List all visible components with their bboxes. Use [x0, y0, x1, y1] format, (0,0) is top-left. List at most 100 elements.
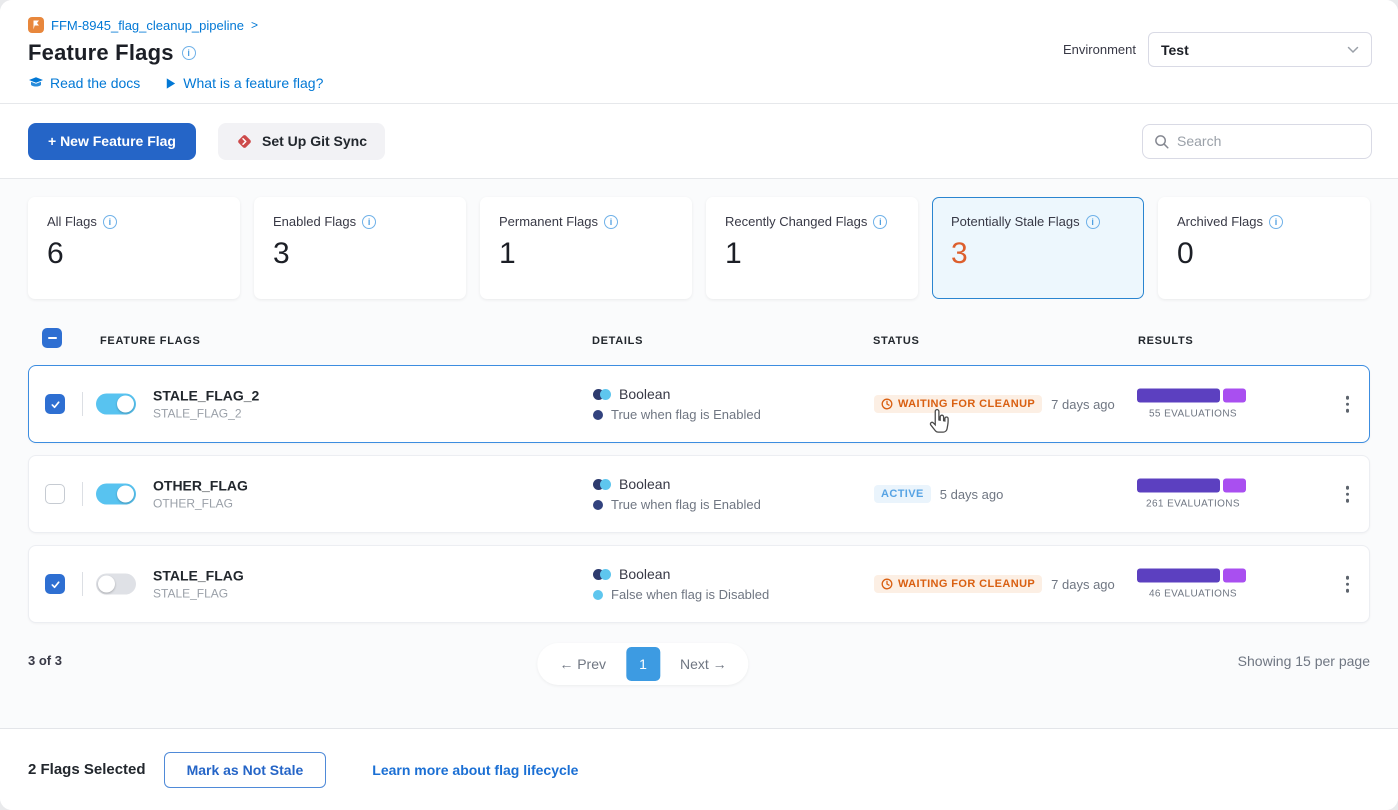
mark-not-stale-button[interactable]: Mark as Not Stale: [164, 752, 327, 788]
next-page-button[interactable]: Next →: [666, 656, 741, 672]
status-badge[interactable]: ACTIVE: [874, 485, 931, 503]
stat-card-all-flags[interactable]: All Flags 6: [28, 197, 240, 299]
pagination: 3 of 3 ← Prev 1 Next → Showing 15 per pa…: [28, 635, 1370, 699]
flag-id: STALE_FLAG: [153, 587, 244, 601]
stat-value: 6: [47, 237, 221, 271]
flag-type: Boolean: [619, 476, 670, 492]
selection-footer: 2 Flags Selected Mark as Not Stale Learn…: [0, 728, 1398, 810]
stat-label: All Flags: [47, 214, 97, 229]
title-info-icon[interactable]: [182, 46, 196, 60]
environment-select[interactable]: Test: [1148, 32, 1372, 67]
info-icon[interactable]: [103, 215, 117, 229]
clock-icon: [881, 398, 893, 410]
kebab-menu-icon[interactable]: [1340, 390, 1356, 419]
flag-toggle[interactable]: [96, 484, 136, 505]
last-updated: 7 days ago: [1051, 397, 1115, 412]
play-icon: [164, 77, 177, 90]
main-content: All Flags 6 Enabled Flags 3 Permanent Fl…: [0, 179, 1398, 728]
environment-value: Test: [1161, 42, 1189, 58]
breadcrumb-project-link[interactable]: FFM-8945_flag_cleanup_pipeline: [51, 18, 244, 33]
column-header-results: RESULTS: [1138, 335, 1193, 347]
environment-label: Environment: [1063, 42, 1136, 57]
kebab-menu-icon[interactable]: [1340, 480, 1356, 509]
stats-cards: All Flags 6 Enabled Flags 3 Permanent Fl…: [28, 197, 1370, 299]
page-header: FFM-8945_flag_cleanup_pipeline > Feature…: [0, 0, 1398, 104]
flag-lifecycle-link[interactable]: Learn more about flag lifecycle: [372, 762, 578, 778]
feature-flags-page: FFM-8945_flag_cleanup_pipeline > Feature…: [0, 0, 1398, 810]
clock-icon: [881, 578, 893, 590]
flag-toggle[interactable]: [96, 574, 136, 595]
flag-id: STALE_FLAG_2: [153, 407, 259, 421]
read-docs-label: Read the docs: [50, 75, 140, 91]
selected-count: 2 Flags Selected: [28, 761, 146, 778]
status-label: WAITING FOR CLEANUP: [898, 578, 1035, 590]
what-is-label: What is a feature flag?: [183, 75, 323, 91]
last-updated: 5 days ago: [940, 487, 1004, 502]
prev-page-button[interactable]: ← Prev: [545, 656, 620, 672]
stat-label: Enabled Flags: [273, 214, 356, 229]
status-badge[interactable]: WAITING FOR CLEANUP: [874, 575, 1042, 593]
read-docs-link[interactable]: Read the docs: [28, 75, 140, 91]
showing-per-page: Showing 15 per page: [1238, 653, 1370, 669]
row-checkbox[interactable]: [45, 394, 65, 414]
table-row[interactable]: STALE_FLAG_2 STALE_FLAG_2 Boolean True w…: [28, 365, 1370, 443]
new-feature-flag-button[interactable]: + New Feature Flag: [28, 123, 196, 160]
stat-card-archived-flags[interactable]: Archived Flags 0: [1158, 197, 1370, 299]
flag-name: STALE_FLAG: [153, 568, 244, 584]
evaluations-bar: [1137, 479, 1249, 493]
divider: [82, 482, 83, 506]
stat-label: Potentially Stale Flags: [951, 214, 1080, 229]
stat-card-recently-changed-flags[interactable]: Recently Changed Flags 1: [706, 197, 918, 299]
status-badge[interactable]: WAITING FOR CLEANUP: [874, 395, 1042, 413]
status-label: ACTIVE: [881, 488, 924, 500]
stat-label: Permanent Flags: [499, 214, 598, 229]
row-count-summary: 3 of 3: [28, 653, 62, 668]
column-header-status: STATUS: [873, 335, 920, 347]
last-updated: 7 days ago: [1051, 577, 1115, 592]
flag-id: OTHER_FLAG: [153, 497, 248, 511]
info-icon[interactable]: [362, 215, 376, 229]
table-row[interactable]: STALE_FLAG STALE_FLAG Boolean False when…: [28, 545, 1370, 623]
search-box: [1142, 124, 1372, 159]
flag-toggle[interactable]: [96, 394, 136, 415]
select-all-checkbox[interactable]: [42, 328, 62, 348]
flag-name: STALE_FLAG_2: [153, 388, 259, 404]
row-checkbox[interactable]: [45, 574, 65, 594]
docs-icon: [28, 75, 44, 91]
table-row[interactable]: OTHER_FLAG OTHER_FLAG Boolean True when …: [28, 455, 1370, 533]
boolean-type-icon: [593, 569, 611, 580]
stat-card-permanent-flags[interactable]: Permanent Flags 1: [480, 197, 692, 299]
info-icon[interactable]: [873, 215, 887, 229]
info-icon[interactable]: [1086, 215, 1100, 229]
project-icon: [28, 17, 44, 33]
toolbar: + New Feature Flag Set Up Git Sync: [0, 104, 1398, 179]
flag-variation: True when flag is Enabled: [611, 407, 761, 422]
info-icon[interactable]: [1269, 215, 1283, 229]
stat-label: Recently Changed Flags: [725, 214, 867, 229]
stat-value: 0: [1177, 237, 1351, 271]
chevron-down-icon: [1347, 46, 1359, 54]
stat-card-potentially-stale-flags[interactable]: Potentially Stale Flags 3: [932, 197, 1144, 299]
evaluations-label: 46 EVALUATIONS: [1137, 589, 1249, 600]
page-1-button[interactable]: 1: [626, 647, 660, 681]
flag-type: Boolean: [619, 566, 670, 582]
git-sync-label: Set Up Git Sync: [262, 133, 367, 149]
boolean-type-icon: [593, 389, 611, 400]
status-label: WAITING FOR CLEANUP: [898, 398, 1035, 410]
evaluations-bar: [1137, 569, 1249, 583]
search-icon: [1154, 134, 1169, 149]
variation-dot: [593, 410, 603, 420]
info-icon[interactable]: [604, 215, 618, 229]
git-sync-button[interactable]: Set Up Git Sync: [218, 123, 385, 160]
breadcrumb-chevron: >: [251, 18, 258, 32]
search-input[interactable]: [1177, 133, 1360, 149]
stat-label: Archived Flags: [1177, 214, 1263, 229]
column-header-details: DETAILS: [592, 335, 643, 347]
what-is-feature-flag-link[interactable]: What is a feature flag?: [164, 75, 323, 91]
evaluations-label: 261 EVALUATIONS: [1137, 499, 1249, 510]
stat-value: 3: [273, 237, 447, 271]
stat-value: 1: [725, 237, 899, 271]
row-checkbox[interactable]: [45, 484, 65, 504]
kebab-menu-icon[interactable]: [1340, 570, 1356, 599]
stat-card-enabled-flags[interactable]: Enabled Flags 3: [254, 197, 466, 299]
